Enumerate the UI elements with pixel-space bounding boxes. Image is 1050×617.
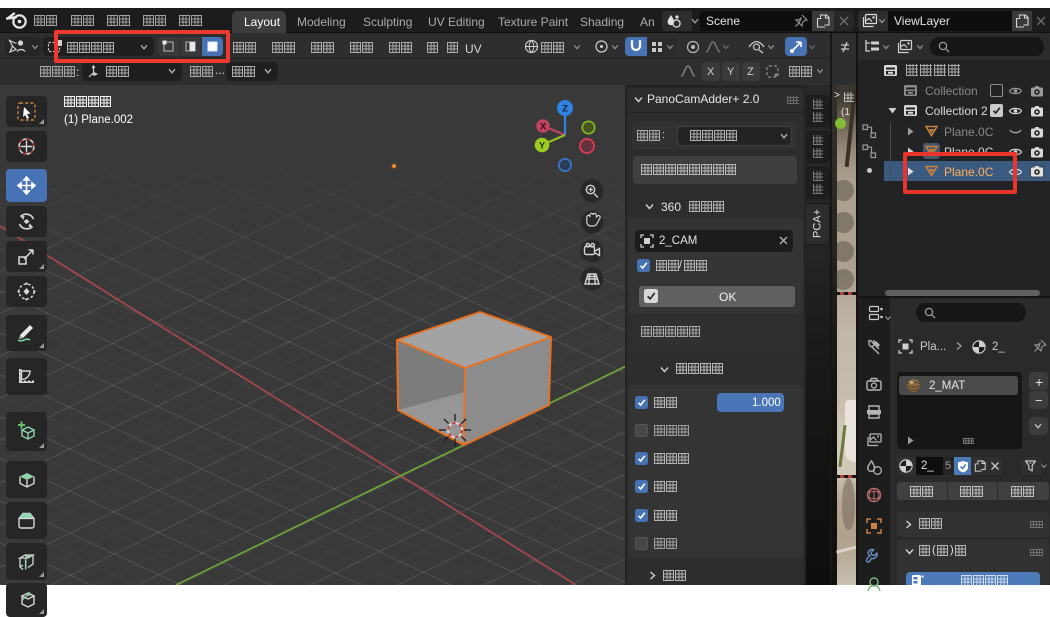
svg-text:Y: Y: [539, 141, 546, 152]
svg-text:X: X: [540, 122, 547, 133]
svg-text:Z: Z: [562, 104, 568, 115]
